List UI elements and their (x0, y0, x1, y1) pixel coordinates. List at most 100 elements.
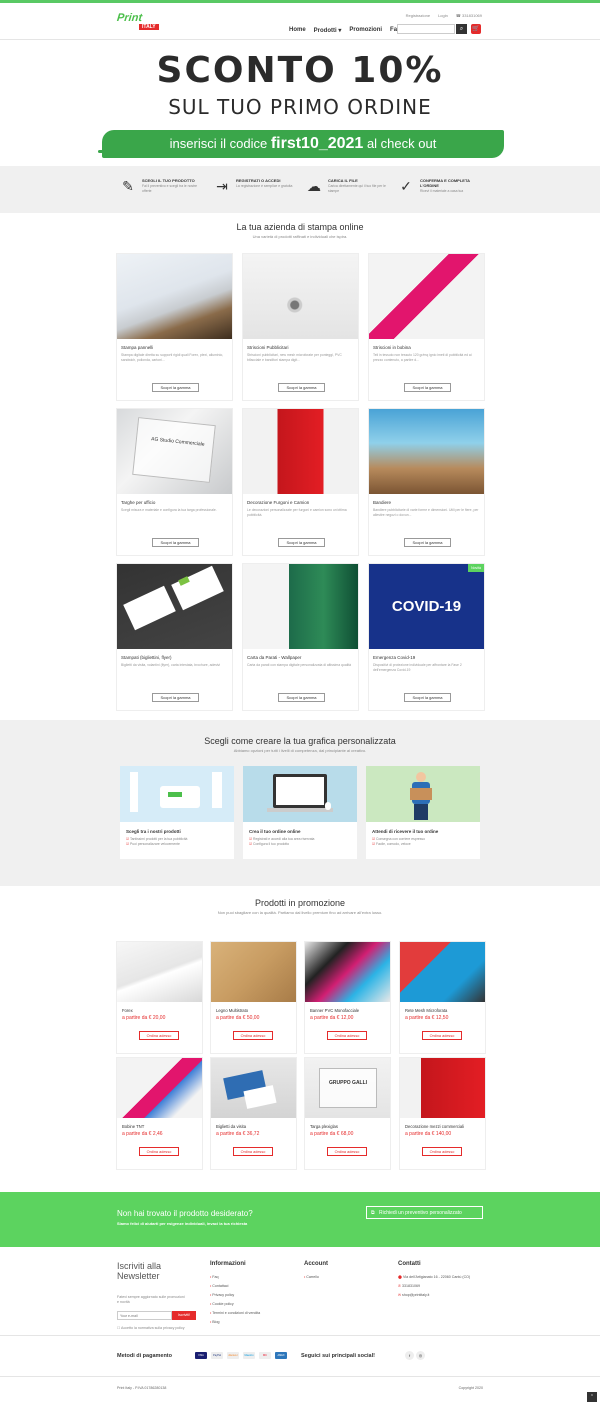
newsletter-submit-button[interactable]: Iscriviti! (172, 1311, 196, 1320)
logo-tag: ITALY (139, 24, 159, 30)
social-title: Seguici sui principali social! (301, 1353, 375, 1359)
contact-phone[interactable]: ✆ 331831069 (398, 1284, 470, 1288)
nav-prodotti[interactable]: Prodotti ▾ (314, 27, 342, 34)
footer-link[interactable]: • Carrello (304, 1275, 328, 1279)
check-icon: ☑ (372, 842, 376, 846)
promo-card[interactable]: GRUPPO GALLI Targa plexiglas a partire da … (304, 1057, 391, 1170)
footer-heading: Informazioni (210, 1261, 246, 1267)
graphics-card-products[interactable]: Scegli tra i nostri prodotti ☑ Tantissim… (120, 766, 234, 859)
facebook-icon[interactable]: f (405, 1351, 414, 1360)
site-logo[interactable]: Print ITALY (116, 12, 167, 32)
footer-link[interactable]: • Faq (210, 1275, 260, 1279)
product-desc: Carta da parati con stampa digitale pers… (247, 663, 352, 667)
order-now-button[interactable]: Ordina adesso (139, 1147, 179, 1156)
step-choose: ✎ SCEGLI IL TUO PRODOTTO Fai il preventiv… (120, 178, 202, 194)
contact-column: Contatti ⬤ Via dell'Artigianato 16 - 220… (398, 1261, 470, 1302)
promo-name: Rete Mesh Microforata (405, 1008, 448, 1013)
promo-card[interactable]: Legno Multistrato a partire da € 50,00 Ord… (210, 941, 297, 1054)
promo-price: a partire da € 140,00 (405, 1131, 452, 1137)
product-desc: Dispositivi di protezione individuale pe… (373, 663, 462, 672)
payment-logos: VISA PayPal discover Maestro MC AMEX (195, 1352, 287, 1359)
product-card[interactable]: AG Studio Commerciale Targhe per ufficio S… (116, 408, 233, 556)
promo-card[interactable]: Bobine TNT a partire da € 2,46 Ordina ades… (116, 1057, 203, 1170)
nav-promozioni[interactable]: Promozioni (349, 27, 382, 34)
footer-heading: Contatti (398, 1261, 421, 1267)
product-card[interactable]: Striscioni in bobina Teli in tessuto non … (368, 253, 485, 401)
promo-card[interactable]: Banner PVC Monofacciale a partire da € 12… (304, 941, 391, 1054)
discover-range-button[interactable]: Scopri la gamma (152, 383, 199, 392)
product-card[interactable]: Carta da Parati - Wallpaper Carta da para… (242, 563, 359, 711)
product-card[interactable]: COVID-19 Novità Emergenza Covid-19 Disposit… (368, 563, 485, 711)
cart-button[interactable]: 🛒 (471, 24, 481, 34)
site-footer: Iscriviti alla Newsletter Fatevi sempre … (0, 1247, 600, 1402)
promo-image (117, 942, 202, 1002)
logo-text: Print (116, 12, 143, 24)
footer-link[interactable]: • Blog (210, 1320, 260, 1324)
promo-card[interactable]: Forex a partire da € 20,00 Ordina adesso (116, 941, 203, 1054)
discover-range-button[interactable]: Scopri la gamma (278, 693, 325, 702)
footer-link[interactable]: • Contattaci (210, 1284, 260, 1288)
nav-home[interactable]: Home (289, 27, 306, 34)
phone-icon: ✆ (398, 1284, 402, 1288)
contact-email[interactable]: ✉ shop@printitaly.it (398, 1293, 470, 1297)
product-image (117, 564, 232, 649)
product-image (117, 254, 232, 339)
discover-range-button[interactable]: Scopri la gamma (404, 538, 451, 547)
product-desc: Scegli misura e materiale e configura la… (121, 508, 217, 512)
discover-range-button[interactable]: Scopri la gamma (404, 383, 451, 392)
privacy-consent[interactable]: ☐ Accetto la normativa sulla privacy pol… (117, 1326, 197, 1330)
footer-link[interactable]: • Cookie policy (210, 1302, 260, 1306)
phone-link[interactable]: ☎ 331831069 (456, 13, 482, 18)
order-now-button[interactable]: Ordina adesso (139, 1031, 179, 1040)
product-card[interactable]: Stampati (bigliettini, flyer) Biglietti d… (116, 563, 233, 711)
newsletter: Iscriviti alla Newsletter Fatevi sempre … (117, 1261, 197, 1335)
quote-request-button[interactable]: ⧉ Richiedi un preventivo personalizzato (366, 1206, 483, 1219)
discover-range-button[interactable]: Scopri la gamma (278, 383, 325, 392)
product-image (243, 254, 358, 339)
graphics-card-delivery[interactable]: Attendi di ricevere il tuo ordine ☑ Cons… (366, 766, 480, 859)
search-icon: ⌕ (459, 26, 464, 32)
promo-card[interactable]: Decorazione mezzi commerciali a partire d… (399, 1057, 486, 1170)
promo-card[interactable]: Biglietti da visita a partire da € 36,72 O… (210, 1057, 297, 1170)
product-card[interactable]: Stampa pannelli Stampa digitale diretta s… (116, 253, 233, 401)
order-now-button[interactable]: Ordina adesso (233, 1147, 273, 1156)
discover-range-button[interactable]: Scopri la gamma (278, 538, 325, 547)
product-card[interactable]: Bandiere Bandiere pubblicitarie di varie … (368, 408, 485, 556)
order-now-button[interactable]: Ordina adesso (327, 1147, 367, 1156)
discover-range-button[interactable]: Scopri la gamma (152, 693, 199, 702)
coupon-post: al check out (363, 136, 437, 151)
cta-title: Non hai trovato il prodotto desiderato? (117, 1209, 253, 1218)
product-image (369, 254, 484, 339)
search-button[interactable]: ⌕ (456, 24, 467, 34)
footer-link[interactable]: • Termini e condizioni di vendita (210, 1311, 260, 1315)
order-now-button[interactable]: Ordina adesso (422, 1031, 462, 1040)
search-input[interactable] (397, 24, 455, 34)
products-heading: La tua azienda di stampa online Una vari… (0, 222, 600, 239)
graphics-card-online[interactable]: Crea il tuo ordine online ☑ Registrati e… (243, 766, 357, 859)
footer-link[interactable]: • Privacy policy (210, 1293, 260, 1297)
promo-banner[interactable]: SCONTO 10% SUL TUO PRIMO ORDINE inserisc… (0, 40, 600, 167)
login-link[interactable]: Login (438, 13, 448, 18)
discover-range-button[interactable]: Scopri la gamma (152, 538, 199, 547)
amex-logo: AMEX (275, 1352, 287, 1359)
payments-social-bar: Metodi di pagamento VISA PayPal discover… (0, 1335, 600, 1377)
order-now-button[interactable]: Ordina adesso (327, 1031, 367, 1040)
product-desc: Bandiere pubblicitarie di varie forme e … (373, 508, 479, 517)
product-desc: Biglietti da visita, volantini (flyer), … (121, 663, 221, 667)
registration-link[interactable]: Registrazione (406, 13, 430, 18)
promo-name: Bobine TNT (122, 1124, 145, 1129)
product-card[interactable]: Striscioni Pubblicitari Striscioni pubbli… (242, 253, 359, 401)
discover-range-button[interactable]: Scopri la gamma (404, 693, 451, 702)
instagram-icon[interactable]: ◎ (416, 1351, 425, 1360)
promo-card[interactable]: Rete Mesh Microforata a partire da € 12,5… (399, 941, 486, 1054)
newsletter-email-input[interactable] (117, 1311, 172, 1320)
card-bullet: ☑ Configura il tuo prodotto (249, 842, 290, 846)
step-desc: Ricevi il materiale a casa tua (420, 189, 464, 193)
product-card[interactable]: Decorazione Furgoni e Camion Le decorazio… (242, 408, 359, 556)
product-name: Decorazione Furgoni e Camion (247, 500, 310, 505)
order-now-button[interactable]: Ordina adesso (233, 1031, 273, 1040)
step-desc: La registrazione è semplice e gratuita (236, 184, 293, 188)
scroll-top-button[interactable]: ⌃ (587, 1392, 597, 1402)
order-now-button[interactable]: Ordina adesso (422, 1147, 462, 1156)
product-desc: Le decorazioni personalizzate per furgon… (247, 508, 347, 517)
